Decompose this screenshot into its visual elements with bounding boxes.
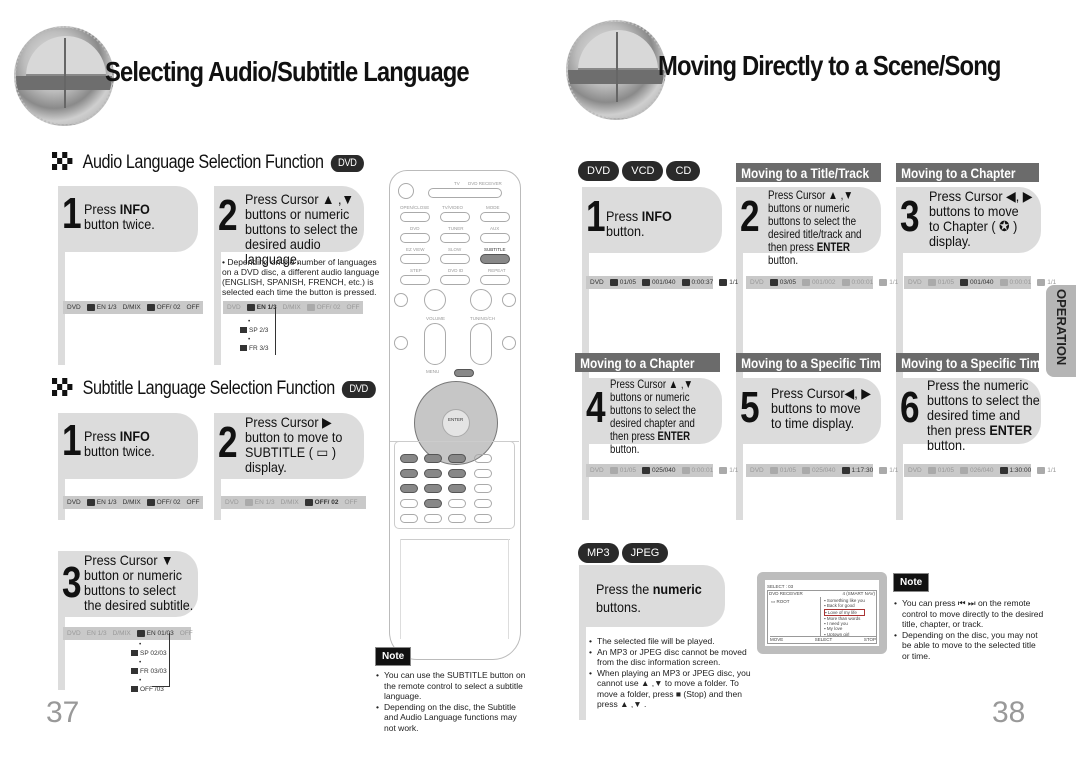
subtitle-step-3: 3 Press Cursor ▼ button or numeric butto… bbox=[58, 551, 198, 617]
step-text: Press the numeric buttons to select the … bbox=[927, 377, 1040, 453]
step-number: 5 bbox=[740, 383, 760, 432]
heading-specific-time-2: Moving to a Specific Time bbox=[896, 353, 1039, 372]
note-label-left: Note bbox=[375, 647, 412, 666]
step-number: 3 bbox=[900, 192, 920, 241]
page-number-right: 38 bbox=[992, 696, 1026, 729]
tv-dvd-switch bbox=[428, 188, 502, 198]
info-bar: DVD EN 1/3 D/MIX OFF/ 02 OFF bbox=[221, 496, 366, 509]
step-stem bbox=[58, 610, 65, 690]
subtitle-step-2: 2 Press Cursor ▶ button to move to SUBTI… bbox=[214, 413, 364, 479]
info-bar: DVD 01/05 001/040 0:00:37 1/1 bbox=[586, 276, 738, 289]
info-bar: DVD 03/05 001/002 0:00:01 1/1 bbox=[746, 276, 898, 289]
step-number: 2 bbox=[218, 191, 238, 240]
audio-options-list: • SP 2/3 • FR 3/3 bbox=[240, 317, 269, 353]
info-bar: DVD EN 1/3 D/MIX EN 01/03 OFF bbox=[63, 627, 193, 640]
cycle-arrow-line bbox=[275, 307, 276, 355]
scene-step-2: 2 Press Cursor ▲ ,▼ buttons or numeric b… bbox=[736, 187, 881, 267]
step-text: Press Cursor ▼ button or numeric buttons… bbox=[84, 552, 194, 613]
step-text: Press the numeric buttons. bbox=[596, 581, 702, 615]
audio-section-title: Audio Language Selection Function bbox=[82, 152, 324, 173]
power-button bbox=[398, 183, 414, 199]
step-number: 1 bbox=[586, 192, 606, 241]
page-number-left: 37 bbox=[46, 696, 80, 729]
step-number: 4 bbox=[586, 383, 606, 432]
remote-control-illustration: TV DVD RECEIVER OPEN/CLOSE TV/VIDEO MODE… bbox=[389, 170, 521, 660]
header-photo-left bbox=[14, 26, 114, 126]
enter-button bbox=[442, 409, 470, 437]
step-stem bbox=[214, 475, 221, 520]
note-list-left: You can use the SUBTITLE button on the r… bbox=[376, 670, 526, 733]
heading-specific-time: Moving to a Specific Time bbox=[736, 353, 881, 372]
step-text: Press INFO button twice. bbox=[84, 428, 155, 459]
note-label-right: Note bbox=[893, 573, 930, 592]
operation-side-tab[interactable]: OPERATION bbox=[1046, 285, 1076, 377]
step-stem bbox=[579, 620, 586, 720]
subtitle-button-highlight bbox=[480, 254, 510, 264]
step-text: Press Cursor ▲ ,▼ buttons or numeric but… bbox=[610, 377, 696, 456]
double-arrow-icon bbox=[52, 152, 76, 174]
note-list-right: You can press ⏮ ⏭ on the remote control … bbox=[894, 598, 1044, 661]
audio-section-heading: Audio Language Selection Function DVD bbox=[52, 152, 365, 174]
cycle-arrow-line bbox=[169, 633, 170, 686]
step-text: Press INFO button. bbox=[606, 208, 672, 239]
info-bar: DVD 01/05 025/040 0:00:01 1/1 bbox=[586, 464, 738, 477]
scene-step-3: 3 Press Cursor ◀, ▶ buttons to move to C… bbox=[896, 187, 1041, 253]
disc-badges: DVD VCD CD bbox=[578, 161, 703, 181]
step-text: Press INFO button twice. bbox=[84, 201, 155, 232]
audio-step-2: 2 Press Cursor ▲ ,▼ buttons or numeric b… bbox=[214, 186, 364, 267]
info-button-highlight bbox=[454, 369, 474, 377]
audio-bullet: • Depending on the number of languages o… bbox=[222, 257, 380, 297]
dvd-badge: DVD bbox=[341, 380, 376, 398]
info-bar: DVD 01/05 026/040 1:30:00 1/1 bbox=[904, 464, 1056, 477]
step-number: 6 bbox=[900, 383, 920, 432]
step-text: Press Cursor ◀, ▶ buttons to move to Cha… bbox=[929, 188, 1033, 249]
audio-step-1: 1 Press INFO button twice. bbox=[58, 186, 198, 252]
double-arrow-icon bbox=[52, 378, 76, 400]
info-bar: DVD EN 1/3 D/MIX OFF/ 02 OFF bbox=[223, 301, 363, 314]
step-text: Press Cursor ▲ ,▼ buttons or numeric but… bbox=[768, 188, 862, 267]
step-number: 3 bbox=[62, 558, 82, 607]
step-text: Press Cursor ▲ ,▼ buttons or numeric but… bbox=[245, 191, 358, 267]
step-stem bbox=[214, 250, 221, 365]
page-title-right: Moving Directly to a Scene/Song bbox=[658, 50, 1001, 81]
scene-step-4: 4 Press Cursor ▲ ,▼ buttons or numeric b… bbox=[582, 378, 722, 456]
mp3-jpeg-badges: MP3 JPEG bbox=[578, 543, 671, 563]
mp3-file-browser-screen: SELECT : 03 DVD RECEIVER 4 (SMART NAV) ▭… bbox=[757, 572, 887, 654]
heading-title-track: Moving to a Title/Track bbox=[736, 163, 881, 182]
info-bar: DVD EN 1/3 D/MIX OFF/ 02 OFF bbox=[63, 301, 203, 314]
heading-chapter: Moving to a Chapter bbox=[896, 163, 1039, 182]
mp3-bullet-list: The selected file will be played. An MP3… bbox=[589, 636, 759, 710]
cycle-arrow-line bbox=[152, 686, 170, 687]
scene-step-1: 1 Press INFO button. bbox=[582, 187, 722, 253]
subtitle-section-title: Subtitle Language Selection Function bbox=[82, 378, 336, 399]
info-bar: DVD EN 1/3 D/MIX OFF/ 02 OFF bbox=[63, 496, 203, 509]
step-number: 1 bbox=[62, 189, 82, 238]
scene-step-6: 6 Press the numeric buttons to select th… bbox=[896, 378, 1041, 453]
scene-step-5: 5 Press Cursor◀, ▶ buttons to move to ti… bbox=[736, 378, 881, 444]
step-text: Press Cursor ▶ button to move to SUBTITL… bbox=[245, 414, 343, 475]
info-bar: DVD 01/05 001/040 0:00:01 1/1 bbox=[904, 276, 1056, 289]
step-number: 2 bbox=[218, 418, 238, 467]
subtitle-section-heading: Subtitle Language Selection Function DVD bbox=[52, 378, 376, 400]
subtitle-step-1: 1 Press INFO button twice. bbox=[58, 413, 198, 479]
dvd-badge: DVD bbox=[330, 154, 365, 172]
header-photo-right bbox=[566, 20, 666, 120]
heading-chapter-2: Moving to a Chapter bbox=[575, 353, 720, 372]
page-title-left: Selecting Audio/Subtitle Language bbox=[105, 56, 470, 87]
step-text: Press Cursor◀, ▶ buttons to move to time… bbox=[771, 385, 871, 431]
mp3-step: Press the numeric buttons. bbox=[579, 565, 725, 627]
step-number: 2 bbox=[740, 192, 760, 241]
step-number: 1 bbox=[62, 416, 82, 465]
info-bar: DVD 01/05 025/040 1:17:30 1/1 bbox=[746, 464, 898, 477]
